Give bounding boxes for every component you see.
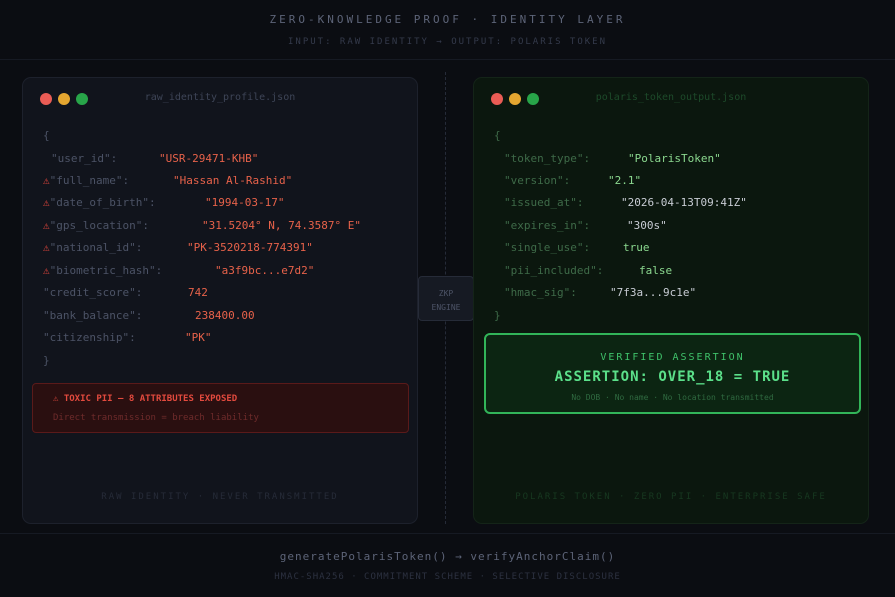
json-key: "user_id": (51, 152, 118, 165)
json-field-date-of-birth: ⚠"date_of_birth": "1994-03-17" (43, 196, 284, 209)
json-value: 238400.00 (195, 309, 255, 322)
json-key: "national_id": (49, 241, 143, 254)
json-key: "hmac_sig": (504, 286, 577, 299)
json-value: false (639, 264, 673, 277)
json-key: "token_type": (504, 152, 591, 165)
json-value: "1994-03-17" (205, 196, 285, 209)
json-key: "bank_balance": (43, 309, 143, 322)
json-value: "Hassan Al-Rashid" (173, 174, 293, 187)
json-key: "biometric_hash": (49, 264, 163, 277)
json-key: "single_use": (504, 241, 591, 254)
engine-label-line2: ENGINE (431, 303, 461, 312)
json-key: "pii_included": (504, 264, 604, 277)
json-field-full-name: ⚠"full_name": "Hassan Al-Rashid" (43, 174, 292, 187)
warning-icon: ⚠ (43, 196, 50, 209)
close-brace: } (494, 309, 501, 322)
json-field-hmac-sig: "hmac_sig": "7f3a...9c1e" (504, 286, 696, 299)
warning-icon: ⚠ (43, 174, 50, 187)
json-field-issued-at: "issued_at": "2026-04-13T09:41Z" (504, 196, 747, 209)
footer-divider (0, 533, 895, 534)
close-brace: } (43, 354, 50, 367)
window-filename: polaris_token_output.json (595, 92, 747, 103)
json-value: "PK-3520218-774391" (187, 241, 313, 254)
json-key: "gps_location": (49, 219, 149, 232)
right-panel-caption: POLARIS TOKEN · ZERO PII · ENTERPRISE SA… (515, 492, 827, 502)
page-title: ZERO-KNOWLEDGE PROOF · IDENTITY LAYER (269, 13, 626, 26)
json-field-bank-balance: "bank_balance": 238400.00 (43, 309, 255, 322)
open-brace: { (43, 129, 50, 142)
assertion-result: ASSERTION: OVER_18 = TRUE (554, 369, 791, 385)
json-field-token-type: "token_type": "PolarisToken" (504, 152, 721, 165)
json-value: "a3f9bc...e7d2" (215, 264, 315, 277)
json-value: true (623, 241, 650, 254)
json-field-citizenship: "citizenship": "PK" (43, 331, 212, 344)
json-value: "USR-29471-KHB" (159, 152, 259, 165)
json-field-expires-in: "expires_in": "300s" (504, 219, 667, 232)
json-value: "31.5204° N, 74.3587° E" (202, 219, 361, 232)
zkp-engine-badge: ZKP ENGINE (418, 276, 474, 321)
json-value: "PolarisToken" (628, 152, 721, 165)
warning-icon: ⚠ (43, 241, 50, 254)
json-value: "2026-04-13T09:41Z" (621, 196, 747, 209)
json-value: 742 (188, 286, 208, 299)
header-divider (0, 59, 895, 60)
json-field-pii-included: "pii_included": false (504, 264, 672, 277)
toxic-pii-alert: ⚠ TOXIC PII — 8 ATTRIBUTES EXPOSED Direc… (32, 383, 409, 433)
json-key: "date_of_birth": (49, 196, 156, 209)
json-key: "version": (504, 174, 571, 187)
page-subtitle: INPUT: RAW IDENTITY → OUTPUT: POLARIS TO… (288, 37, 607, 47)
json-field-user-id: "user_id": "USR-29471-KHB" (51, 152, 258, 165)
json-key: "full_name": (49, 174, 130, 187)
json-field-version: "version": "2.1" (504, 174, 641, 187)
json-value: "7f3a...9c1e" (610, 286, 697, 299)
json-field-credit-score: "credit_score": 742 (43, 286, 208, 299)
json-field-single-use: "single_use": true (504, 241, 650, 254)
open-brace: { (494, 129, 501, 142)
json-value: "300s" (627, 219, 667, 232)
json-value: "PK" (185, 331, 212, 344)
json-key: "issued_at": (504, 196, 584, 209)
verified-assertion-card: VERIFIED ASSERTION ASSERTION: OVER_18 = … (484, 333, 861, 414)
json-field-biometric-hash: ⚠"biometric_hash": "a3f9bc...e7d2" (43, 264, 314, 277)
window-filename: raw_identity_profile.json (144, 92, 296, 103)
toxic-pii-subtitle: Direct transmission = breach liability (53, 413, 259, 423)
left-panel-caption: RAW IDENTITY · NEVER TRANSMITTED (101, 492, 339, 502)
toxic-pii-title: ⚠ TOXIC PII — 8 ATTRIBUTES EXPOSED (53, 394, 238, 404)
warning-icon: ⚠ (43, 264, 50, 277)
json-key: "citizenship": (43, 331, 136, 344)
engine-label-line1: ZKP (438, 289, 454, 298)
assertion-subtitle: No DOB · No name · No location transmitt… (571, 393, 774, 402)
raw-identity-window: raw_identity_profile.json { "user_id": "U… (22, 77, 418, 524)
json-key: "expires_in": (504, 219, 591, 232)
footer-code: generatePolarisToken() → verifyAnchorCla… (279, 550, 616, 563)
json-value: "2.1" (608, 174, 642, 187)
json-key: "credit_score": (43, 286, 143, 299)
json-field-gps-location: ⚠"gps_location": "31.5204° N, 74.3587° E" (43, 219, 361, 232)
json-field-national-id: ⚠"national_id": "PK-3520218-774391" (43, 241, 313, 254)
verified-assertion-label: VERIFIED ASSERTION (600, 352, 745, 363)
polaris-token-window: polaris_token_output.json { "token_type"… (473, 77, 869, 524)
footer-subtitle: HMAC-SHA256 · COMMITMENT SCHEME · SELECT… (274, 572, 621, 582)
warning-icon: ⚠ (43, 219, 50, 232)
